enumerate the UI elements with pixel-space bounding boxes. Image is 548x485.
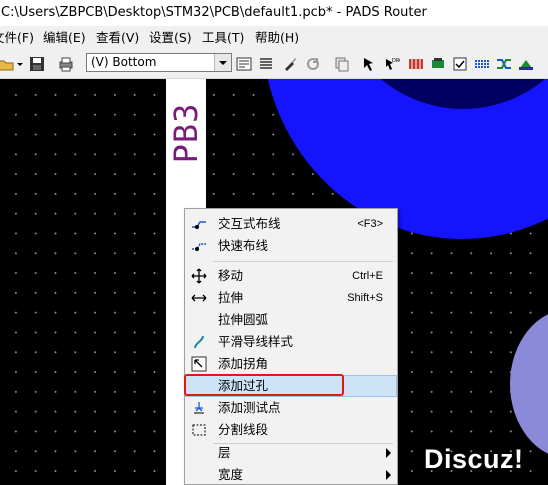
open-dropdown-icon[interactable] [16,56,24,72]
traces-icon[interactable] [474,56,490,72]
brush-icon[interactable] [282,56,298,72]
menu-bar: 文件(F) 编辑(E) 查看(V) 设置(S) 工具(T) 帮助(H) [0,26,548,50]
print-icon[interactable] [58,56,74,72]
menu-item-label: 添加拐角 [218,356,269,371]
menu-view[interactable]: 查看(V) [96,30,139,46]
title-bar: C:\Users\ZBPCB\Desktop\STM32\PCB\default… [0,0,548,26]
context-menu: 交互式布线 <F3> 快速布线 移动 Ctrl+E 拉伸 Shift+S 拉伸圆… [184,208,398,485]
menu-item-interactive-route[interactable]: 交互式布线 <F3> [185,213,397,235]
menu-help[interactable]: 帮助(H) [255,30,299,46]
submenu-arrow-icon [386,470,391,480]
menu-item-split-segment[interactable]: 分割线段 [185,419,397,441]
menu-edit[interactable]: 编辑(E) [43,30,86,46]
select-arrow-icon[interactable] [362,56,378,72]
chevron-down-icon[interactable] [214,54,231,71]
submenu-arrow-icon [386,448,391,458]
menu-item-label: 拉伸圆弧 [218,312,269,327]
menu-item-label: 平滑导线样式 [218,334,294,349]
layer-select[interactable]: (V) Bottom [86,53,232,72]
menu-item-stretch[interactable]: 拉伸 Shift+S [185,287,397,309]
menu-item-add-test-point[interactable]: 添加测试点 [185,397,397,419]
add-corner-icon [191,356,207,372]
menu-item-label: 分割线段 [218,422,269,437]
drc-icon[interactable]: DRC [384,56,400,72]
interactive-route-icon [191,216,207,232]
menu-file[interactable]: 文件(F) [0,30,34,46]
net-label-text: PB3 [167,102,205,164]
copy-icon[interactable] [334,56,350,72]
menu-item-layer[interactable]: 层 [185,442,397,464]
menu-item-label: 交互式布线 [218,216,281,231]
quick-route-icon [191,238,207,254]
split-segment-icon [191,422,207,438]
menu-item-shortcut: <F3> [357,218,383,230]
menu-item-move[interactable]: 移动 Ctrl+E [185,265,397,287]
test-point-icon [191,400,207,416]
open-folder-icon[interactable] [0,56,14,72]
check-icon[interactable] [452,56,468,72]
menu-item-shortcut: Shift+S [347,292,383,304]
component-icon[interactable] [430,56,446,72]
annotation-highlight-box [184,374,344,396]
save-icon[interactable] [29,56,45,72]
watermark: Discuz! [424,444,524,474]
menu-item-label: 移动 [218,268,244,283]
menu-item-label: 快速布线 [218,238,269,253]
tuning-icon[interactable] [518,56,534,72]
menu-item-label: 宽度 [218,467,244,482]
menu-item-smooth-trace[interactable]: 平滑导线样式 [185,331,397,353]
menu-item-shortcut: Ctrl+E [352,270,383,282]
list-icon[interactable] [258,56,274,72]
menu-item-label: 层 [218,445,231,460]
grid-icon[interactable] [408,56,424,72]
menu-item-add-corner[interactable]: 添加拐角 [185,353,397,375]
menu-item-stretch-arc[interactable]: 拉伸圆弧 [185,309,397,331]
refresh-icon[interactable] [305,56,321,72]
menu-settings[interactable]: 设置(S) [149,30,192,46]
menu-item-quick-route[interactable]: 快速布线 [185,235,397,257]
toolbar: DRC [0,50,548,79]
menu-tools[interactable]: 工具(T) [202,30,244,46]
menu-item-width[interactable]: 宽度 [185,464,397,484]
route-icon[interactable] [496,56,512,72]
move-icon [191,268,207,284]
menu-separator [213,261,393,262]
net-label: PB3 [166,97,206,169]
menu-item-label: 添加测试点 [218,400,281,415]
menu-item-label: 拉伸 [218,290,244,305]
layer-select-value: (V) Bottom [91,55,157,69]
pad-right [510,309,548,459]
stretch-icon [191,290,207,306]
smooth-trace-icon [191,334,207,350]
window-title: C:\Users\ZBPCB\Desktop\STM32\PCB\default… [1,5,427,20]
svg-text:DRC: DRC [392,58,400,64]
properties-icon[interactable] [236,56,252,72]
